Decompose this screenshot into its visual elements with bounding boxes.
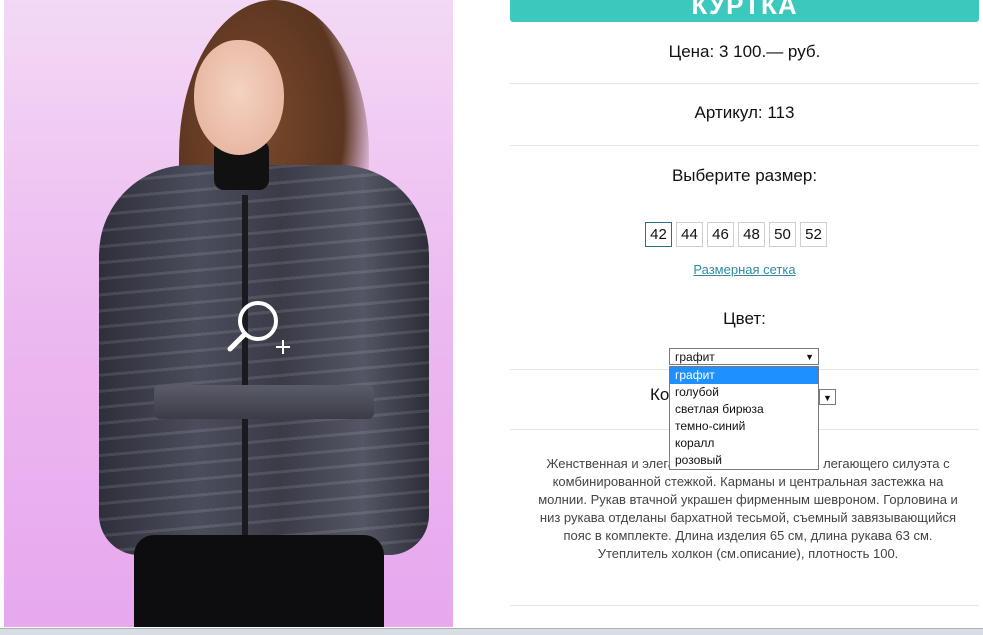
product-price: Цена: 3 100.— руб. <box>668 42 821 61</box>
color-select[interactable]: графит ▼ <box>669 348 819 365</box>
size-option[interactable]: 46 <box>707 222 734 247</box>
color-option[interactable]: голубой <box>670 384 818 401</box>
size-option[interactable]: 48 <box>738 222 765 247</box>
divider <box>510 145 979 146</box>
jacket-zipper <box>242 195 248 535</box>
jacket-belt <box>154 385 374 419</box>
size-option[interactable]: 50 <box>769 222 796 247</box>
description-line: пояс в комплекте. Длина изделия 65 см, д… <box>563 528 933 543</box>
description-line: низ рукава отделаны бархатной тесьмой, с… <box>539 510 957 525</box>
description-line: комбинированной стежкой. Карманы и центр… <box>552 474 944 489</box>
chevron-down-icon: ▼ <box>805 352 814 362</box>
size-chart-link[interactable]: Размерная сетка <box>510 262 979 277</box>
size-option[interactable]: 52 <box>800 222 827 247</box>
color-option[interactable]: розовый <box>670 452 818 469</box>
color-option[interactable]: коралл <box>670 435 818 452</box>
color-heading: Цвет: <box>723 309 766 328</box>
color-option[interactable]: графит <box>670 367 818 384</box>
color-select-value: графит <box>675 350 715 364</box>
model-jacket <box>99 165 429 555</box>
color-dropdown-list[interactable]: графит голубой светлая бирюза темно-сини… <box>669 366 819 470</box>
size-heading: Выберите размер: <box>671 166 818 185</box>
size-selector: 42 44 46 48 50 52 <box>645 222 827 248</box>
product-photo[interactable] <box>4 0 453 627</box>
model-legs <box>134 535 384 627</box>
color-option[interactable]: светлая бирюза <box>670 401 818 418</box>
size-option[interactable]: 42 <box>645 222 672 247</box>
size-option[interactable]: 44 <box>676 222 703 247</box>
zoom-icon[interactable] <box>224 296 294 356</box>
divider <box>510 83 979 84</box>
description-line: Утеплитель холкон (см.описание), плотнос… <box>597 546 899 561</box>
quantity-label: Ко <box>650 385 670 404</box>
product-title: КУРТКА <box>510 0 979 22</box>
product-description: Женственная и элега легающего силуэта с к… <box>528 455 968 563</box>
model-face <box>194 40 284 155</box>
color-option[interactable]: темно-синий <box>670 418 818 435</box>
description-line: молнии. Рукав втачной украшен фирменным … <box>538 492 958 507</box>
quantity-select[interactable]: ▼ <box>819 389 836 405</box>
divider <box>510 605 979 606</box>
product-article: Артикул: 113 <box>694 103 795 122</box>
